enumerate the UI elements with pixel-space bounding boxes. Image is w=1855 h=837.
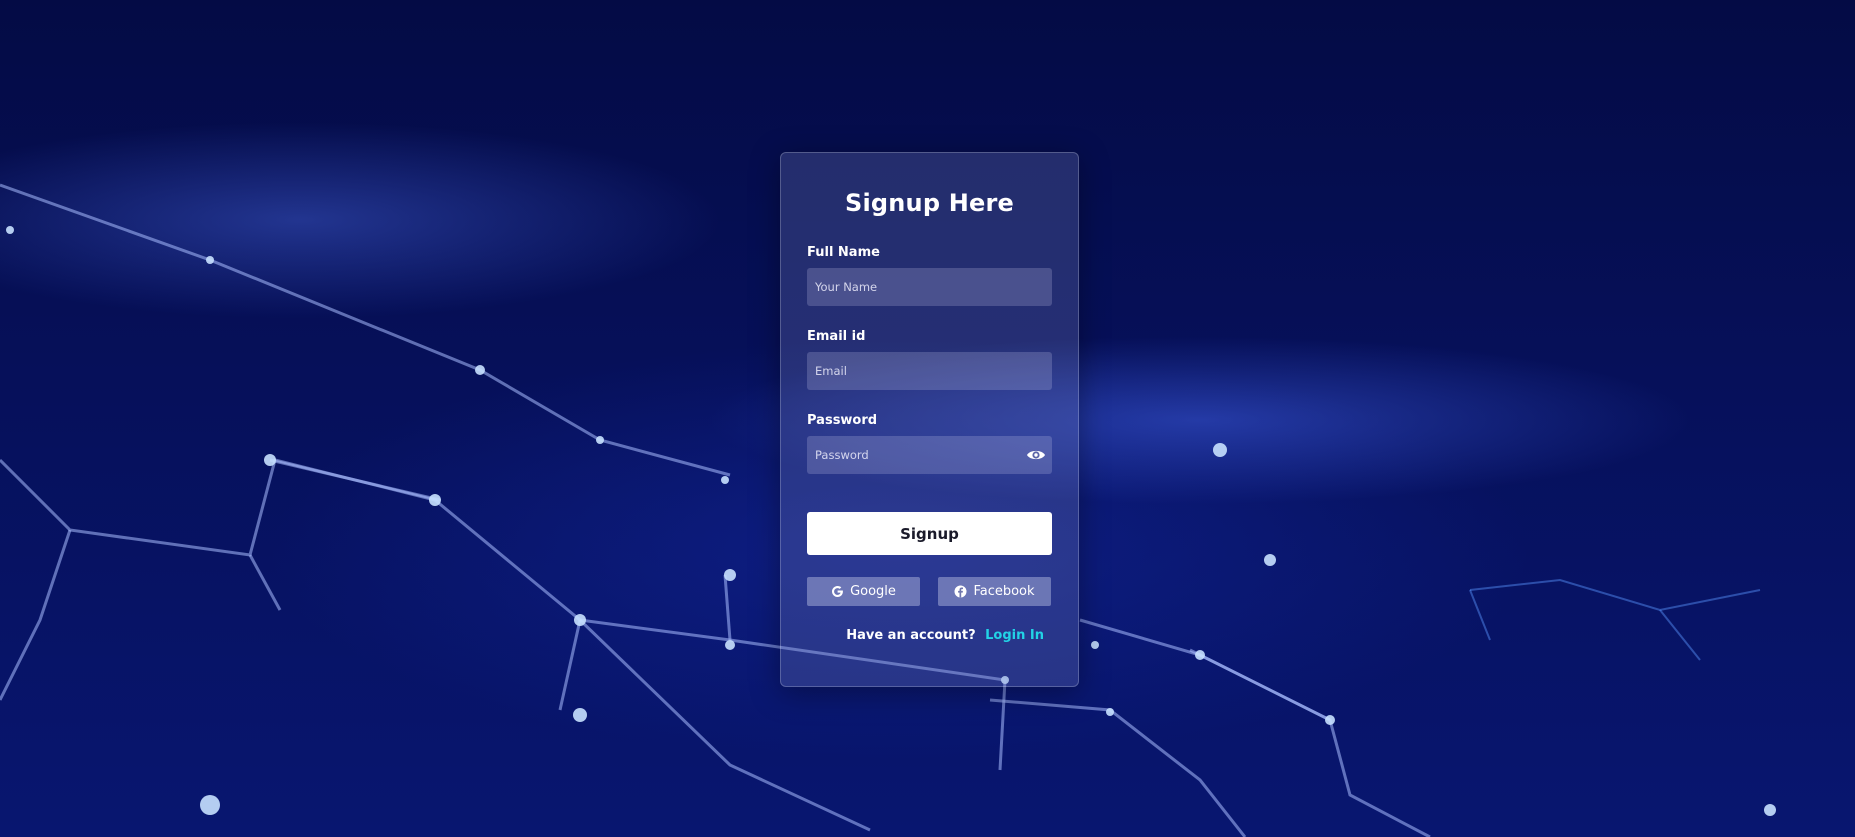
login-prompt: Have an account? Login In <box>846 628 1044 643</box>
have-account-text: Have an account? <box>846 628 976 643</box>
eye-icon[interactable] <box>1026 447 1046 463</box>
password-label: Password <box>807 413 878 428</box>
full-name-label: Full Name <box>807 245 880 260</box>
signup-button[interactable]: Signup <box>807 512 1052 555</box>
login-link[interactable]: Login In <box>985 628 1044 643</box>
page-title: Signup Here <box>844 189 1015 217</box>
email-label: Email id <box>807 329 866 344</box>
signup-card: Signup Here Full Name Email id Password … <box>780 152 1079 687</box>
email-input[interactable] <box>807 352 1052 390</box>
full-name-field-wrapper <box>807 268 1052 306</box>
facebook-button-label: Facebook <box>973 584 1035 599</box>
google-button[interactable]: Google <box>807 577 920 606</box>
google-button-label: Google <box>850 584 896 599</box>
google-icon <box>831 585 844 598</box>
facebook-button[interactable]: Facebook <box>938 577 1051 606</box>
email-field-wrapper <box>807 352 1052 390</box>
facebook-icon <box>954 585 967 598</box>
password-input[interactable] <box>807 436 1052 474</box>
full-name-input[interactable] <box>807 268 1052 306</box>
password-field-wrapper <box>807 436 1052 474</box>
